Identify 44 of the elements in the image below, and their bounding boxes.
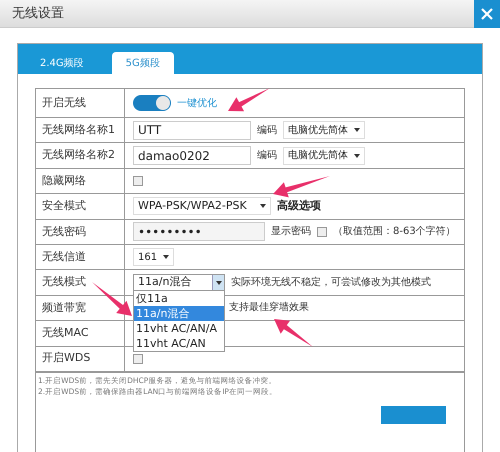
- text-input[interactable]: UTT: [133, 120, 251, 140]
- password-input[interactable]: •••••••••: [133, 222, 265, 242]
- field-label: 开启WDS: [36, 346, 125, 371]
- text-input[interactable]: damao0202: [133, 146, 251, 166]
- field-label: 安全模式: [36, 194, 125, 219]
- dropdown-select[interactable]: 电脑优先简体: [283, 121, 365, 140]
- field-label: 显示密码: [271, 224, 311, 240]
- field-label: 编码: [257, 124, 277, 138]
- advanced-options-link[interactable]: 高级选项: [277, 198, 321, 215]
- dropdown-select[interactable]: WPA-PSK/WPA2-PSK: [133, 197, 271, 216]
- field-label: 隐藏网络: [36, 168, 125, 194]
- dropdown-select[interactable]: 电脑优先简体: [283, 146, 365, 165]
- hint-text: （取值范围：8-63个字符）: [333, 224, 456, 240]
- close-icon: [480, 6, 494, 20]
- field-label: 无线网络名称1: [36, 118, 125, 142]
- checkbox[interactable]: [317, 226, 327, 237]
- field-label: 无线网络名称2: [36, 143, 125, 168]
- dropdown-select[interactable]: 161: [133, 248, 174, 266]
- checkbox[interactable]: [133, 354, 143, 364]
- window-title: 无线设置: [11, 4, 64, 23]
- field-label: 无线信道: [36, 244, 125, 270]
- close-button[interactable]: [474, 0, 500, 28]
- annotation-arrow: [92, 282, 132, 316]
- annotation-arrow: [273, 176, 330, 198]
- caret-icon: [354, 128, 360, 132]
- hint-text: 支持最佳穿墙效果: [229, 300, 309, 316]
- field-label: 编码: [257, 148, 277, 164]
- optimize-link[interactable]: 一键优化: [177, 96, 217, 110]
- caret-icon: [216, 280, 222, 285]
- tab[interactable]: 5G频段: [112, 52, 174, 74]
- toggle-switch[interactable]: [133, 95, 171, 111]
- dropdown-select[interactable]: 11a/n混合: [133, 274, 225, 292]
- caret-icon: [163, 255, 170, 260]
- field-label: 无线MAC: [36, 321, 125, 346]
- annotation-arrow: [274, 319, 313, 347]
- annotation-arrow: [228, 88, 270, 112]
- dropdown-option[interactable]: 11a/n混合: [134, 306, 224, 322]
- field-label: 无线密码: [36, 220, 125, 244]
- checkbox[interactable]: [133, 176, 143, 186]
- action-button[interactable]: [381, 406, 446, 424]
- hint-text: 实际环境无线不稳定，可尝试修改为其他模式: [231, 276, 431, 290]
- field-label: 开启无线: [36, 89, 125, 117]
- caret-icon: [260, 204, 266, 208]
- caret-icon: [354, 154, 360, 158]
